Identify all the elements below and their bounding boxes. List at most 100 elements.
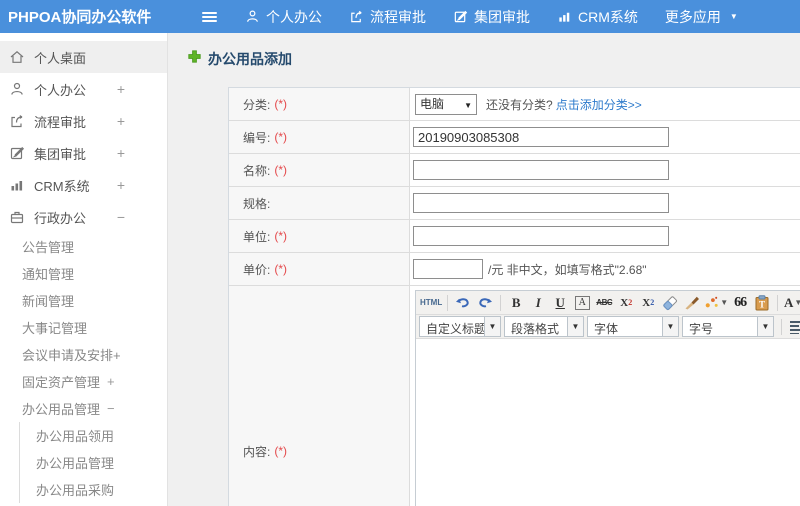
category-hint: 还没有分类? bbox=[486, 97, 553, 112]
format-painter-button[interactable] bbox=[682, 293, 702, 313]
sidebar-item-label: 个人办公 bbox=[34, 82, 87, 98]
sidebar-item-personal-desktop[interactable]: 个人桌面 bbox=[0, 41, 167, 73]
nav-crm-system[interactable]: CRM系统 bbox=[557, 7, 638, 27]
paste-plain-button[interactable]: T bbox=[752, 293, 772, 313]
label-text: 名称: bbox=[243, 163, 271, 178]
strikethrough-button[interactable]: ABC bbox=[594, 293, 614, 313]
char-border-button[interactable]: A bbox=[572, 293, 592, 313]
field-label: 单位: (*) bbox=[229, 220, 410, 252]
custom-heading-dropdown[interactable]: 自定义标题 ▼ bbox=[419, 316, 501, 337]
sidebar-item-personal-office[interactable]: 个人办公 + bbox=[0, 73, 167, 105]
dropdown-arrow-icon: ▼ bbox=[757, 317, 773, 336]
paragraph-format-dropdown[interactable]: 段落格式 ▼ bbox=[504, 316, 584, 337]
office-supplies-submenu: 办公用品领用 办公用品管理 办公用品采购 bbox=[19, 422, 167, 503]
dropdown-arrow-icon: ▼ bbox=[720, 298, 729, 307]
sidebar-subitem-label: 通知管理 bbox=[22, 267, 75, 282]
dropdown-arrow-icon: ▼ bbox=[567, 317, 583, 336]
sidebar-subitem-label: 会议申请及安排+ bbox=[22, 348, 121, 363]
remove-format-button[interactable] bbox=[660, 293, 680, 313]
dropdown-label: 段落格式 bbox=[511, 322, 560, 336]
label-text: 内容: bbox=[243, 444, 271, 459]
underline-button[interactable]: U bbox=[550, 293, 570, 313]
align-left-button[interactable] bbox=[787, 317, 800, 337]
form-row-price: 单价: (*) /元 非中文，如填写格式"2.68" bbox=[229, 253, 800, 286]
sidebar-item-workflow-approval[interactable]: 流程审批 + bbox=[0, 105, 167, 137]
main-content: 办公用品添加 分类: (*) 电脑 ▼ 还没有分类? 点击添加分类>> 编号: … bbox=[168, 33, 800, 506]
sidebar-subitem-memorabilia-mgmt[interactable]: 大事记管理 bbox=[0, 314, 167, 341]
nav-group-approval[interactable]: 集团审批 bbox=[453, 7, 530, 27]
italic-button[interactable]: I bbox=[528, 293, 548, 313]
sidebar-item-label: 集团审批 bbox=[34, 146, 87, 162]
nav-personal-office[interactable]: 个人办公 bbox=[245, 7, 322, 27]
label-text: 规格: bbox=[243, 196, 271, 211]
blockquote-button[interactable]: 66 bbox=[730, 293, 750, 313]
sidebar-subitem-label: 办公用品管理 bbox=[36, 456, 115, 471]
expand-plus-icon[interactable]: + bbox=[117, 177, 125, 193]
add-category-link[interactable]: 点击添加分类>> bbox=[556, 96, 642, 113]
sidebar-subitem-label: 固定资产管理 bbox=[22, 375, 101, 390]
sidebar-item-admin-office[interactable]: 行政办公 − bbox=[0, 201, 167, 233]
sidebar-subitem-announcement-mgmt[interactable]: 公告管理 bbox=[0, 233, 167, 260]
sidebar-subitem-office-supplies-mgmt[interactable]: 办公用品管理 − bbox=[0, 395, 167, 422]
edit-icon bbox=[453, 9, 468, 24]
unit-input[interactable] bbox=[413, 226, 669, 246]
add-icon bbox=[188, 50, 201, 68]
code-input[interactable] bbox=[413, 127, 669, 147]
label-text: 编号: bbox=[243, 130, 271, 145]
subscript-button[interactable]: X2 bbox=[638, 293, 658, 313]
sidebar-item-label: 流程审批 bbox=[34, 114, 87, 130]
page-title-text: 办公用品添加 bbox=[208, 51, 292, 67]
required-mark: (*) bbox=[274, 229, 288, 243]
sidebar-subitem-news-mgmt[interactable]: 新闻管理 bbox=[0, 287, 167, 314]
editor-content-area[interactable] bbox=[416, 339, 800, 506]
spec-input[interactable] bbox=[413, 193, 669, 213]
dropdown-label: 字号 bbox=[689, 322, 714, 336]
clipboard-icon: T bbox=[755, 294, 769, 310]
expand-plus-icon[interactable]: + bbox=[107, 374, 115, 389]
edit-icon bbox=[9, 145, 25, 161]
collapse-minus-icon[interactable]: − bbox=[117, 209, 125, 225]
admin-office-submenu: 公告管理 通知管理 新闻管理 大事记管理 会议申请及安排+ 固定资产管理 + 办… bbox=[0, 233, 167, 503]
expand-plus-icon[interactable]: + bbox=[117, 81, 125, 97]
sidebar-subitem-notice-mgmt[interactable]: 通知管理 bbox=[0, 260, 167, 287]
required-mark: (*) bbox=[274, 97, 288, 111]
app-logo[interactable]: PHPOA协同办公软件 bbox=[0, 6, 174, 27]
label-text: 单位: bbox=[243, 229, 271, 244]
font-size-dropdown[interactable]: 字号 ▼ bbox=[682, 316, 774, 337]
sidebar-subitem-fixed-assets-mgmt[interactable]: 固定资产管理 + bbox=[0, 368, 167, 395]
sidebar-subitem-supplies-manage[interactable]: 办公用品管理 bbox=[20, 449, 167, 476]
expand-plus-icon[interactable]: + bbox=[117, 113, 125, 129]
undo-button[interactable] bbox=[453, 293, 473, 313]
category-select[interactable]: 电脑 bbox=[416, 94, 476, 114]
bar-chart-icon bbox=[557, 9, 572, 24]
price-input[interactable] bbox=[413, 259, 483, 279]
redo-button[interactable] bbox=[475, 293, 495, 313]
nav-more-apps[interactable]: 更多应用 ▼ bbox=[665, 7, 738, 27]
brush-icon bbox=[685, 296, 700, 309]
source-code-button[interactable]: HTML bbox=[420, 293, 442, 313]
sidebar-subitem-supplies-claim[interactable]: 办公用品领用 bbox=[20, 422, 167, 449]
sidebar-item-group-approval[interactable]: 集团审批 + bbox=[0, 137, 167, 169]
align-left-icon bbox=[790, 320, 800, 334]
nav-workflow-approval[interactable]: 流程审批 bbox=[349, 7, 426, 27]
form-row-name: 名称: (*) bbox=[229, 154, 800, 187]
font-color-button[interactable]: A ▼ bbox=[783, 293, 800, 313]
expand-plus-icon[interactable]: + bbox=[117, 145, 125, 161]
field-label: 规格: bbox=[229, 187, 410, 219]
flow-icon bbox=[9, 113, 25, 129]
sidebar-item-crm-system[interactable]: CRM系统 + bbox=[0, 169, 167, 201]
user-icon bbox=[9, 81, 25, 97]
superscript-button[interactable]: X2 bbox=[616, 293, 636, 313]
name-input[interactable] bbox=[413, 160, 669, 180]
sidebar-subitem-supplies-purchase[interactable]: 办公用品采购 bbox=[20, 476, 167, 503]
hamburger-icon[interactable] bbox=[198, 8, 221, 26]
bold-button[interactable]: B bbox=[506, 293, 526, 313]
field-value bbox=[410, 154, 800, 186]
collapse-minus-icon[interactable]: − bbox=[107, 401, 115, 416]
sidebar-subitem-label: 办公用品领用 bbox=[36, 429, 115, 444]
auto-typeset-button[interactable]: ▼ bbox=[704, 293, 728, 313]
font-family-dropdown[interactable]: 字体 ▼ bbox=[587, 316, 679, 337]
eraser-icon bbox=[663, 295, 678, 310]
form-row-content: 内容: (*) HTML B I U A ABC X 2 X 2 ▼ 66 T … bbox=[229, 286, 800, 506]
sidebar-subitem-meeting-request[interactable]: 会议申请及安排+ bbox=[0, 341, 167, 368]
